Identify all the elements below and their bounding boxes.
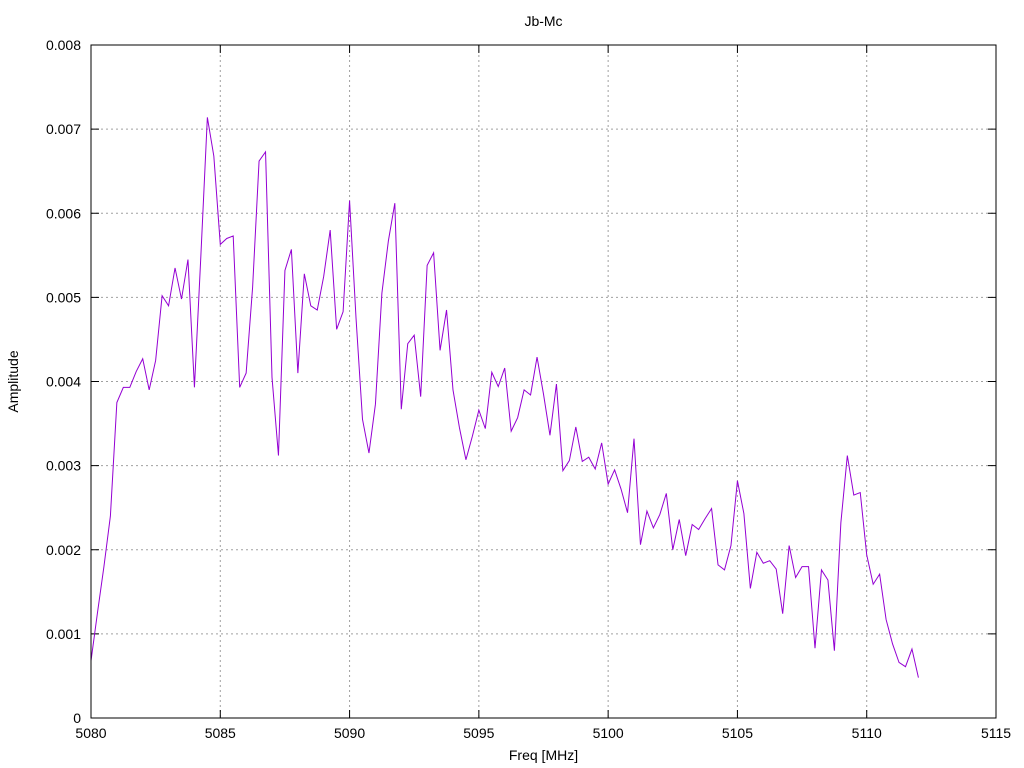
x-tick-label: 5110 bbox=[852, 725, 882, 741]
y-tick-label: 0.008 bbox=[46, 37, 81, 53]
x-axis-label: Freq [MHz] bbox=[509, 747, 578, 763]
y-tick-label: 0.001 bbox=[46, 626, 81, 642]
series-line bbox=[90, 117, 919, 678]
series-layer bbox=[90, 117, 919, 678]
y-tick-label: 0.002 bbox=[46, 542, 81, 558]
y-axis-label: Amplitude bbox=[5, 350, 21, 412]
y-tick-label: 0.003 bbox=[46, 458, 81, 474]
y-tick-label: 0.005 bbox=[46, 289, 81, 305]
grid-lines bbox=[91, 45, 996, 718]
chart-title: Jb-Mc bbox=[524, 13, 562, 29]
y-tick-label: 0.004 bbox=[46, 374, 81, 390]
x-tick-label: 5080 bbox=[75, 725, 106, 741]
y-tick-label: 0 bbox=[73, 710, 81, 726]
x-tick-label: 5095 bbox=[463, 725, 494, 741]
x-tick-label: 5100 bbox=[593, 725, 624, 741]
line-chart: Jb-Mc Freq [MHz] Amplitude 5080 5085 5090 5… bbox=[5, 13, 1011, 763]
x-tick-label: 5090 bbox=[334, 725, 365, 741]
y-tick-label: 0.006 bbox=[46, 205, 81, 221]
x-tick-label: 5105 bbox=[722, 725, 753, 741]
x-tick-label: 5115 bbox=[981, 725, 1011, 741]
x-tick-label: 5085 bbox=[205, 725, 236, 741]
y-tick-label: 0.007 bbox=[46, 121, 81, 137]
